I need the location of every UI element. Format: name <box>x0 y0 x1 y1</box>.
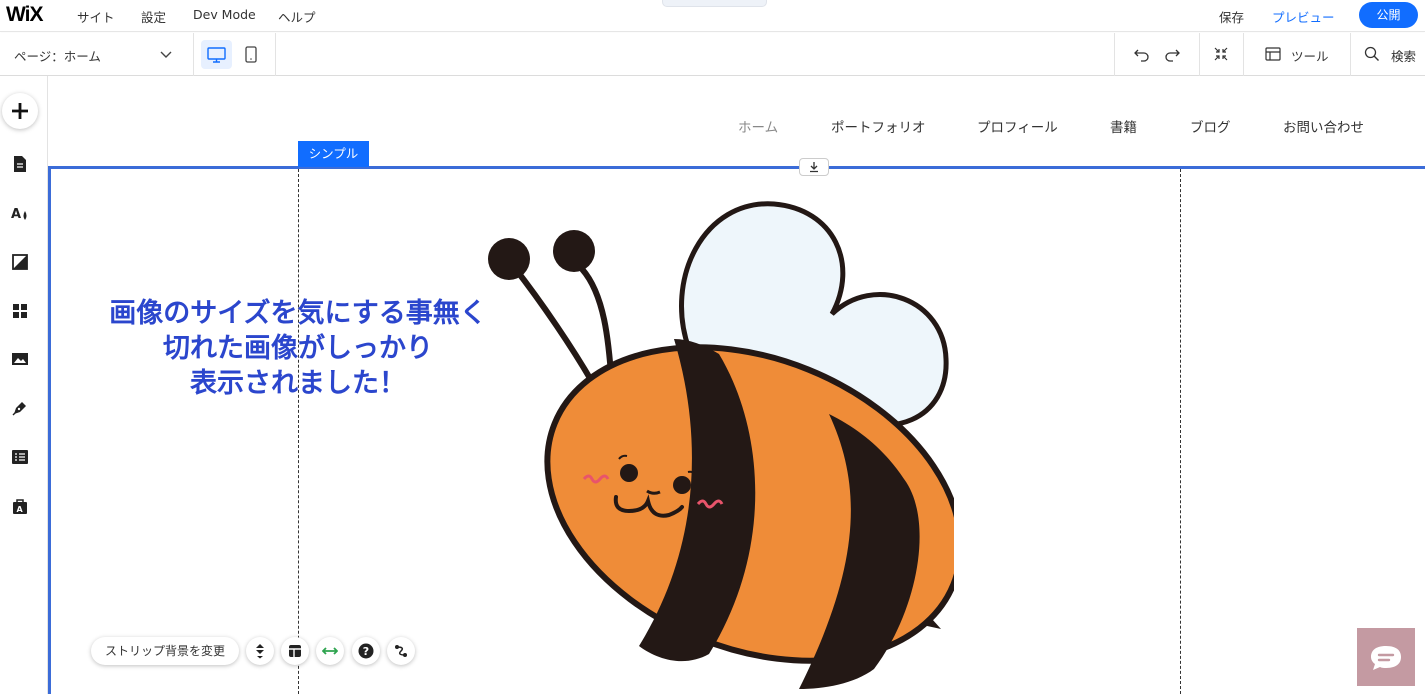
headline-line-2: 切れた画像がしっかり <box>163 333 433 364</box>
svg-text:?: ? <box>363 645 369 658</box>
site-nav-profile[interactable]: プロフィール <box>977 116 1058 136</box>
layers-button[interactable] <box>246 637 274 665</box>
search-label[interactable]: 検索 <box>1391 46 1416 65</box>
layers-icon <box>256 644 264 659</box>
help-icon: ? <box>358 643 374 659</box>
chat-bubble-icon <box>1371 646 1401 670</box>
desktop-icon <box>207 47 226 63</box>
headline-text[interactable]: 画像のサイズを気にする事無く 切れた画像がしっかり 表示されました！ <box>86 296 510 401</box>
mobile-view-button[interactable] <box>241 40 261 69</box>
section-tag[interactable]: シンプル <box>298 141 369 167</box>
animation-icon <box>395 645 407 657</box>
mobile-icon <box>245 46 257 63</box>
help-button[interactable]: ? <box>352 637 380 665</box>
headline-line-3: 表示されました！ <box>190 368 406 399</box>
plus-icon <box>12 103 28 119</box>
stretch-arrows-icon <box>322 647 338 655</box>
theme-icon[interactable]: A <box>10 203 30 223</box>
chat-widget-button[interactable] <box>1357 628 1415 686</box>
site-tab-handle[interactable] <box>662 0 767 7</box>
site-nav-home[interactable]: ホーム <box>738 116 778 136</box>
pages-icon[interactable] <box>10 154 30 174</box>
svg-text:A: A <box>11 207 21 222</box>
bee-illustration[interactable] <box>464 189 954 694</box>
editor-toolbar: ページ：ホーム ツール 検索 <box>0 33 1425 76</box>
apps-icon[interactable] <box>10 301 30 321</box>
add-element-button[interactable] <box>2 93 38 129</box>
site-nav-contact[interactable]: お問い合わせ <box>1283 116 1364 136</box>
search-icon[interactable] <box>1363 45 1381 63</box>
headline-line-1: 画像のサイズを気にする事無く <box>109 298 487 329</box>
redo-icon[interactable] <box>1163 45 1181 63</box>
layout-button[interactable] <box>281 637 309 665</box>
section-border-top <box>48 166 1425 169</box>
animation-button[interactable] <box>387 637 415 665</box>
menu-settings[interactable]: 設定 <box>141 7 166 26</box>
download-icon <box>810 162 818 173</box>
blog-pen-icon[interactable] <box>10 398 30 418</box>
zoom-out-icon[interactable] <box>1212 45 1230 63</box>
menu-help[interactable]: ヘルプ <box>278 7 316 26</box>
grid-guide-left <box>298 169 299 694</box>
business-icon[interactable] <box>10 447 30 467</box>
undo-icon[interactable] <box>1133 45 1151 63</box>
top-bar: WiX サイト 設定 Dev Mode ヘルプ 保存 プレビュー 公開 <box>0 0 1425 32</box>
background-icon[interactable] <box>10 252 30 272</box>
site-nav-blog[interactable]: ブログ <box>1190 116 1231 136</box>
media-icon[interactable] <box>10 349 30 369</box>
tools-label[interactable]: ツール <box>1291 46 1329 65</box>
left-sidebar: A A <box>0 76 48 694</box>
preview-button[interactable]: プレビュー <box>1272 7 1335 26</box>
save-button[interactable]: 保存 <box>1219 7 1244 26</box>
site-nav-books[interactable]: 書籍 <box>1110 116 1137 136</box>
chevron-down-icon[interactable] <box>159 47 173 61</box>
publish-button[interactable]: 公開 <box>1359 2 1418 28</box>
tools-icon[interactable] <box>1264 45 1282 63</box>
menu-site[interactable]: サイト <box>77 7 115 26</box>
change-strip-background-button[interactable]: ストリップ背景を変更 <box>91 637 239 665</box>
desktop-view-button[interactable] <box>201 40 232 69</box>
grid-guide-right <box>1180 169 1181 694</box>
layout-icon <box>289 645 301 657</box>
section-border-left <box>48 166 51 694</box>
site-nav-portfolio[interactable]: ポートフォリオ <box>831 116 926 136</box>
editor-canvas[interactable]: ホーム ポートフォリオ プロフィール 書籍 ブログ お問い合わせ シンプル 画像… <box>48 76 1425 694</box>
stretch-button[interactable] <box>316 637 344 665</box>
app-market-icon[interactable]: A <box>10 496 30 516</box>
page-selector[interactable]: ページ：ホーム <box>14 46 101 65</box>
menu-dev-mode[interactable]: Dev Mode <box>193 7 256 22</box>
section-download-button[interactable] <box>799 158 829 176</box>
svg-text:A: A <box>17 505 24 514</box>
wix-logo[interactable]: WiX <box>6 3 43 27</box>
